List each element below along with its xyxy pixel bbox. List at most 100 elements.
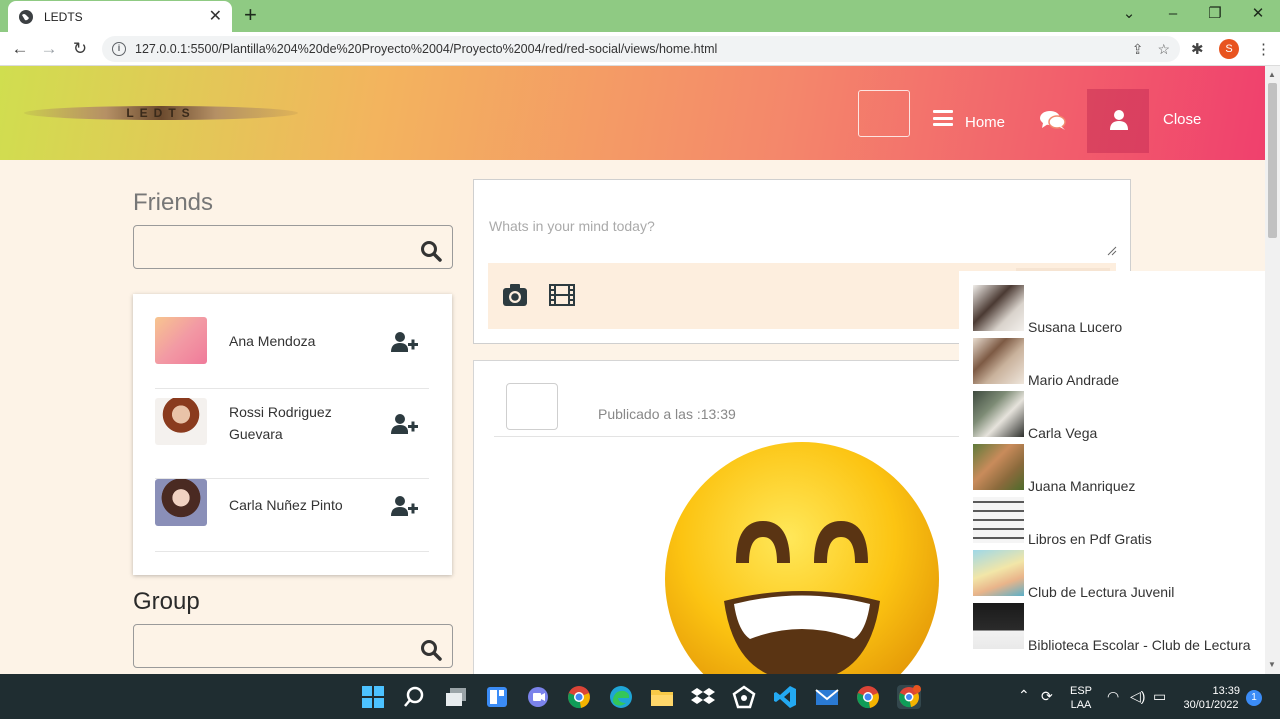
post-textarea[interactable]: Whats in your mind today? <box>489 218 655 234</box>
clock-date: 30/01/2022 <box>1183 699 1239 711</box>
globe-icon <box>19 9 33 24</box>
suggestion-thumbnail <box>973 603 1024 649</box>
nav-home[interactable]: Home <box>965 114 1005 131</box>
suggestion-thumbnail <box>973 497 1024 543</box>
site-header: LEDTS Home Close <box>0 66 1265 160</box>
lang-top: ESP <box>1069 685 1092 697</box>
url-field[interactable]: i 127.0.0.1:5500/Plantilla%204%20de%20Pr… <box>102 36 1180 62</box>
group-search-input[interactable] <box>133 624 453 668</box>
clock-time: 13:39 <box>1212 685 1240 697</box>
friends-search-input[interactable] <box>133 225 453 269</box>
reload-icon[interactable]: ↻ <box>69 38 91 60</box>
wifi-icon[interactable]: ◠ <box>1107 688 1119 705</box>
vscode-icon[interactable] <box>773 685 797 709</box>
scroll-up-icon[interactable]: ▲ <box>1268 70 1276 79</box>
group-title: Group <box>133 588 200 615</box>
chrome-profile-icon[interactable] <box>856 685 880 709</box>
suggestion-name: Juana Manriquez <box>1028 478 1136 494</box>
file-explorer-icon[interactable] <box>650 685 674 709</box>
teams-chat-icon[interactable] <box>526 685 550 709</box>
browser-menu-icon[interactable]: ⋮ <box>1256 40 1271 58</box>
suggestion-item[interactable]: Libros en Pdf Gratis <box>972 497 1262 549</box>
search-suggestions-dropdown: Susana Lucero Mario Andrade Carla Vega J… <box>959 271 1265 674</box>
add-user-icon[interactable] <box>391 413 419 435</box>
avatar[interactable] <box>155 479 207 526</box>
mail-icon[interactable] <box>815 685 839 709</box>
site-info-icon[interactable]: i <box>112 42 126 56</box>
suggestion-item[interactable]: Biblioteca Escolar - Club de Lectura <box>972 603 1262 655</box>
suggestion-item[interactable]: Juana Manriquez <box>972 444 1262 496</box>
friend-name[interactable]: Ana Mendoza <box>229 330 349 352</box>
suggestion-thumbnail <box>973 444 1024 490</box>
avatar[interactable] <box>506 383 558 430</box>
search-icon[interactable] <box>420 639 442 661</box>
tab-search-icon[interactable]: ⌄ <box>1119 4 1139 24</box>
suggestion-thumbnail <box>973 285 1024 331</box>
page-scrollbar[interactable]: ▲ ▼ <box>1265 66 1280 674</box>
list-item: Ana Mendoza <box>155 317 429 389</box>
extensions-icon[interactable]: ✱ <box>1191 40 1204 58</box>
url-text: 127.0.0.1:5500/Plantilla%204%20de%20Proy… <box>135 42 718 56</box>
tab-title: LEDTS <box>44 9 83 24</box>
search-icon[interactable] <box>402 685 426 709</box>
chrome-active-icon[interactable] <box>897 685 921 709</box>
notification-badge[interactable]: 1 <box>1246 690 1262 706</box>
widgets-icon[interactable] <box>485 685 509 709</box>
windows-start-icon[interactable] <box>361 685 385 709</box>
browser-titlebar: LEDTS ✕ + ⌄ – ❐ ✕ <box>0 0 1280 32</box>
suggestion-name: Libros en Pdf Gratis <box>1028 531 1152 547</box>
scrollbar-thumb[interactable] <box>1268 83 1277 238</box>
suggestion-name: Susana Lucero <box>1028 319 1123 335</box>
app-icon[interactable] <box>732 685 756 709</box>
language-indicator[interactable]: ESP LAA <box>1068 684 1094 712</box>
suggestion-item[interactable]: Mario Andrade <box>972 338 1262 390</box>
resize-handle-icon[interactable] <box>1107 246 1117 256</box>
sync-icon[interactable]: ⟳ <box>1041 688 1053 705</box>
new-tab-icon[interactable]: + <box>244 4 257 26</box>
avatar[interactable] <box>155 398 207 445</box>
search-icon[interactable] <box>420 240 442 262</box>
suggestion-thumbnail <box>973 550 1024 596</box>
camera-icon[interactable] <box>502 283 528 307</box>
battery-icon[interactable]: ▭ <box>1153 688 1166 705</box>
film-icon[interactable] <box>549 284 575 306</box>
window-close-icon[interactable]: ✕ <box>1248 4 1268 24</box>
bookmark-star-icon[interactable]: ☆ <box>1157 41 1170 58</box>
suggestion-name: Mario Andrade <box>1028 372 1120 388</box>
suggestion-name: Club de Lectura Juvenil <box>1028 584 1175 600</box>
user-icon[interactable] <box>1110 110 1128 130</box>
add-user-icon[interactable] <box>391 331 419 353</box>
clock[interactable]: 13:39 30/01/2022 <box>1180 684 1242 712</box>
minimize-icon[interactable]: – <box>1163 4 1183 24</box>
chrome-icon[interactable] <box>567 685 591 709</box>
post-timestamp: Publicado a las :13:39 <box>598 406 736 422</box>
nav-close[interactable]: Close <box>1163 111 1201 128</box>
show-hidden-icons-icon[interactable]: ⌃ <box>1018 687 1030 704</box>
restore-icon[interactable]: ❐ <box>1205 4 1225 24</box>
suggestion-item[interactable]: Carla Vega <box>972 391 1262 443</box>
edge-icon[interactable] <box>609 685 633 709</box>
friend-name[interactable]: Rossi Rodriguez Guevara <box>229 401 349 445</box>
suggestion-item[interactable]: Club de Lectura Juvenil <box>972 550 1262 602</box>
menu-icon[interactable] <box>933 110 953 126</box>
back-icon[interactable]: ← <box>9 38 31 60</box>
suggestion-item[interactable]: Susana Lucero <box>972 285 1262 337</box>
site-logo[interactable]: LEDTS <box>24 106 298 120</box>
avatar[interactable] <box>155 317 207 364</box>
dropbox-icon[interactable] <box>691 685 715 709</box>
friend-name[interactable]: Carla Nuñez Pinto <box>229 494 379 516</box>
share-icon[interactable]: ⇪ <box>1132 41 1144 58</box>
volume-icon[interactable]: ◁) <box>1130 688 1145 705</box>
browser-tab[interactable]: LEDTS ✕ <box>8 1 232 32</box>
address-bar: ← → ↻ i 127.0.0.1:5500/Plantilla%204%20d… <box>0 32 1280 66</box>
friends-title: Friends <box>133 189 214 216</box>
task-view-icon[interactable] <box>444 685 468 709</box>
tab-close-icon[interactable]: ✕ <box>209 8 222 25</box>
comments-icon[interactable] <box>1040 110 1066 130</box>
add-user-icon[interactable] <box>391 495 419 517</box>
list-item: Rossi Rodriguez Guevara <box>155 389 429 479</box>
profile-avatar[interactable]: S <box>1219 39 1239 59</box>
forward-icon[interactable]: → <box>38 38 60 60</box>
scroll-down-icon[interactable]: ▼ <box>1268 660 1276 669</box>
header-image-placeholder[interactable] <box>858 90 910 137</box>
